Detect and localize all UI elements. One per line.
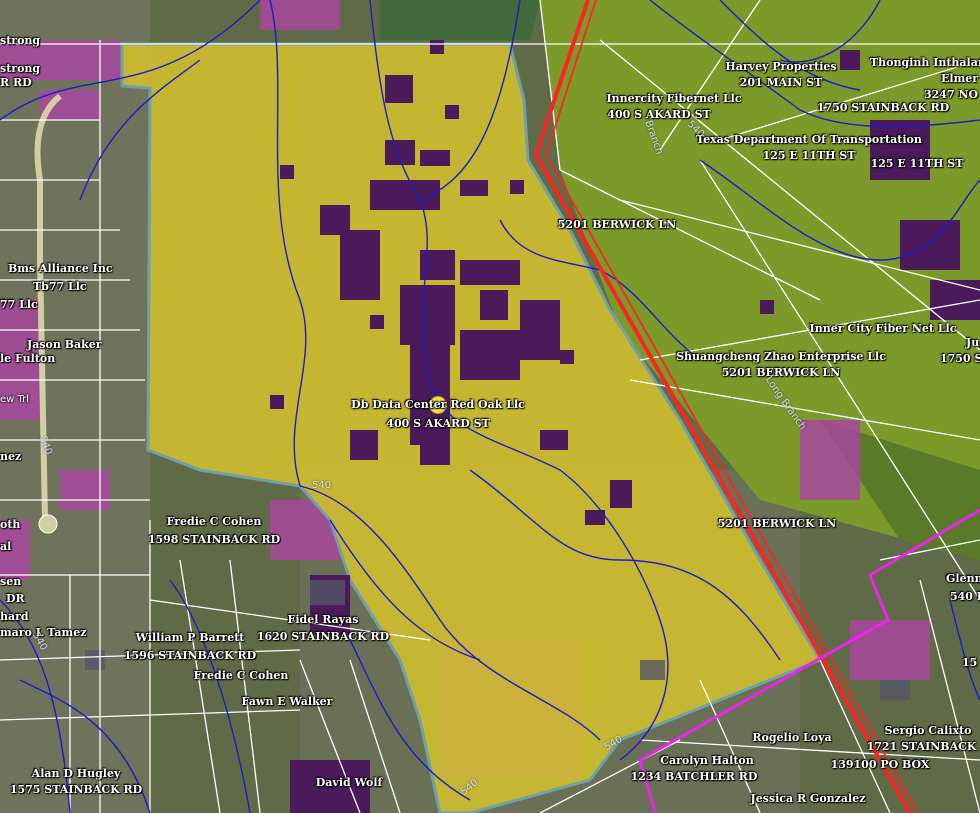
parcel-owner-label[interactable]: Carolyn Halton <box>660 754 754 767</box>
parcel-owner-label[interactable]: Glenn <box>946 572 980 585</box>
parcel-owner-label[interactable]: oth <box>0 518 20 531</box>
parcel-owner-label[interactable]: Harvey Properties <box>725 60 836 73</box>
parcel-owner-label[interactable]: Sergio Calixto <box>885 724 972 737</box>
parcel-owner-label[interactable]: Fredie C Cohen <box>194 669 289 682</box>
parcel-owner-label[interactable]: Shuangcheng Zhao Enterprise Llc <box>676 350 886 363</box>
parcel-address-label[interactable]: 1598 STAINBACK RD <box>148 533 280 546</box>
parcel-owner-label[interactable]: le Fulton <box>0 352 55 365</box>
parcel-owner-label[interactable]: Tb77 Llc <box>33 280 87 293</box>
parcel-owner-label[interactable]: Fawn E Walker <box>242 695 333 708</box>
parcel-owner-label[interactable]: David Wolf <box>316 776 382 789</box>
parcel-address-label[interactable]: 5201 BERWICK LN <box>718 517 836 530</box>
parcel-owner-label[interactable]: hard <box>0 610 29 623</box>
parcel-owner-label[interactable]: Fidel Rayas <box>288 613 359 626</box>
parcel-address-label[interactable]: 15 <box>962 656 977 669</box>
parcel-address-label[interactable]: 125 E 11TH ST <box>763 149 856 162</box>
parcel-address-label[interactable]: 139100 PO BOX <box>831 758 930 771</box>
parcel-address-label[interactable]: 540 B <box>950 590 980 603</box>
parcel-address-label[interactable]: 1234 BATCHLER RD <box>631 770 758 783</box>
parcel-address-label[interactable]: 1750 STAINBACK RD <box>817 101 949 114</box>
parcel-owner-label[interactable]: Thonginh Inthalar <box>870 56 980 69</box>
parcel-address-label[interactable]: 1750 S <box>940 352 980 365</box>
parcel-owner-label[interactable]: Rogelio Loya <box>752 731 831 744</box>
parcel-owner-label[interactable]: Innercity Fibernet Llc <box>606 92 741 105</box>
parcel-address-label[interactable]: 201 MAIN ST <box>740 76 823 89</box>
parcel-owner-label[interactable]: strong <box>0 34 40 47</box>
parcel-address-label[interactable]: DR <box>6 592 25 605</box>
parcel-address-label[interactable]: 400 S AKARD ST <box>607 108 710 121</box>
parcel-owner-label[interactable]: al <box>0 540 11 553</box>
road-name-label: ew Trl <box>0 394 30 405</box>
parcel-owner-label[interactable]: Jessica R Gonzalez <box>751 792 866 805</box>
parcel-owner-label[interactable]: Jason Baker <box>27 338 102 351</box>
parcel-address-label[interactable]: 1596 STAINBACK RD <box>124 649 256 662</box>
parcel-address-label[interactable]: 1575 STAINBACK RD <box>10 783 142 796</box>
parcel-owner-label[interactable]: strong <box>0 62 40 75</box>
parcel-address-label[interactable]: 400 S AKARD ST <box>386 417 489 430</box>
parcel-owner-label[interactable]: Bms Alliance Inc <box>8 262 113 275</box>
parcel-owner-label[interactable]: William P Barrett <box>136 631 245 644</box>
parcel-address-label[interactable]: 125 E 11TH ST <box>871 157 964 170</box>
parcel-address-label[interactable]: 1721 STAINBACK R <box>867 740 980 753</box>
parcel-owner-label[interactable]: Texas Department Of Transportation <box>696 133 922 146</box>
parcel-address-label[interactable]: 3247 NO <box>924 88 978 101</box>
parcel-owner-label[interactable]: Inner City Fiber Net Llc <box>810 322 957 335</box>
parcel-map[interactable]: strong strong R RD Harvey Properties 201… <box>0 0 980 813</box>
parcel-owner-label[interactable]: Ju <box>966 336 979 349</box>
parcel-owner-label[interactable]: Alan D Hugley <box>32 767 121 780</box>
parcel-owner-label[interactable]: Elmer <box>941 72 978 85</box>
parcel-owner-label[interactable]: nez <box>0 450 21 463</box>
parcel-owner-label[interactable]: Db Data Center Red Oak Llc <box>351 398 525 411</box>
parcel-address-label[interactable]: 1620 STAINBACK RD <box>257 630 389 643</box>
parcel-owner-label[interactable]: 77 Llc <box>0 298 38 311</box>
parcel-address-label[interactable]: 5201 BERWICK LN <box>558 218 676 231</box>
contour-elevation-label: 540 <box>312 480 332 491</box>
parcel-address-label[interactable]: R RD <box>0 76 32 89</box>
parcel-address-label[interactable]: 5201 BERWICK LN <box>722 366 840 379</box>
parcel-owner-label[interactable]: Fredie C Cohen <box>167 515 262 528</box>
parcel-owner-label[interactable]: sen <box>0 575 21 588</box>
